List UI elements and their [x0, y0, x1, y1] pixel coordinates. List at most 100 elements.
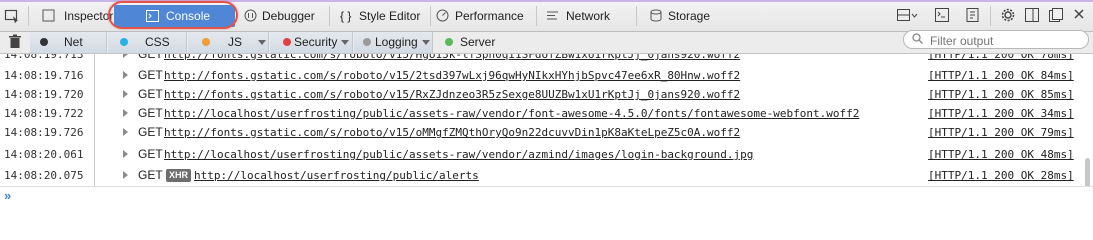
devtools-toolbar: Inspector Console Debugger { } Style Edi… [0, 0, 1093, 32]
filter-label: CSS [145, 35, 170, 49]
toolbar-divider [990, 6, 991, 26]
log-status[interactable]: [HTTP/1.1 200 OK 48ms] [928, 145, 1074, 164]
xhr-badge: XHR [166, 169, 192, 182]
log-row[interactable]: 14:08:19.713 GET http://fonts.gstatic.co… [0, 54, 1093, 64]
filter-output-field[interactable] [903, 30, 1089, 49]
expand-arrow-icon[interactable] [123, 171, 128, 179]
filter-label: Logging [375, 35, 418, 49]
log-method: GET [138, 168, 163, 182]
tab-inspector[interactable]: Inspector [38, 4, 114, 30]
log-timestamp: 14:08:19.720 [4, 88, 84, 101]
log-method: GET [138, 54, 163, 61]
log-status[interactable]: [HTTP/1.1 200 OK 85ms] [928, 85, 1074, 104]
log-status[interactable]: [HTTP/1.1 200 OK 28ms] [928, 166, 1074, 185]
log-url[interactable]: http://fonts.gstatic.com/s/roboto/v15/Hg… [164, 54, 740, 64]
tab-label: Inspector [64, 9, 114, 23]
search-icon [912, 33, 923, 47]
log-status[interactable]: [HTTP/1.1 200 OK 34ms] [928, 104, 1074, 123]
filter-label: Security [294, 35, 338, 49]
log-method: GET [138, 125, 163, 139]
gear-icon[interactable] [1000, 8, 1016, 24]
tab-label: Storage [668, 9, 711, 23]
log-row[interactable]: 14:08:19.716 GET http://fonts.gstatic.co… [0, 66, 1093, 85]
log-timestamp: 14:08:19.722 [4, 107, 84, 120]
log-status[interactable]: [HTTP/1.1 200 OK 79ms] [928, 123, 1074, 142]
storage-icon [650, 4, 662, 30]
tab-label: Style Editor [359, 9, 421, 23]
filter-security-button[interactable]: Security [270, 32, 353, 53]
filter-output-input[interactable] [928, 32, 1087, 49]
scrollbar-thumb[interactable] [1085, 158, 1090, 186]
expand-arrow-icon[interactable] [123, 90, 128, 98]
tab-performance[interactable]: Performance [436, 4, 532, 28]
toolbar-divider [430, 6, 431, 26]
filter-label: JS [228, 35, 243, 49]
log-row[interactable]: 14:08:19.720 GET http://fonts.gstatic.co… [0, 85, 1093, 104]
logging-dot-icon [363, 38, 371, 46]
inspector-icon [42, 4, 55, 30]
toolbar-divider [536, 6, 537, 26]
log-row[interactable]: 14:08:19.722 GET http://localhost/userfr… [0, 104, 1093, 123]
close-icon[interactable] [1071, 8, 1087, 24]
tab-style-editor[interactable]: { } Style Editor [340, 4, 426, 28]
scratchpad-icon[interactable] [965, 8, 981, 24]
toolbar-divider [28, 6, 29, 26]
trash-icon[interactable] [7, 34, 23, 50]
toolbar-divider [329, 6, 330, 26]
expand-arrow-icon[interactable] [123, 109, 128, 117]
filter-label: Server [460, 35, 496, 49]
log-url[interactable]: http://localhost/userfrosting/public/ass… [164, 145, 753, 164]
tab-storage[interactable]: Storage [650, 4, 720, 28]
double-chevron-icon: » [4, 188, 12, 203]
log-url[interactable]: http://localhost/userfrosting/public/ale… [194, 166, 479, 185]
tab-network[interactable]: Network [546, 4, 622, 28]
chevron-down-icon [341, 40, 349, 45]
tab-label: Performance [455, 9, 524, 23]
log-status[interactable]: [HTTP/1.1 200 OK 78ms] [928, 54, 1074, 64]
tab-debugger[interactable]: Debugger [244, 4, 324, 28]
log-row[interactable]: 14:08:19.726 GET http://fonts.gstatic.co… [0, 123, 1093, 142]
expand-arrow-icon[interactable] [123, 54, 128, 58]
log-url[interactable]: http://localhost/userfrosting/public/ass… [164, 104, 859, 123]
filter-net-button[interactable]: Net [30, 32, 130, 53]
log-row[interactable]: 14:08:20.061 GET http://localhost/userfr… [0, 145, 1093, 164]
filter-js-button[interactable]: JS [188, 32, 269, 53]
filter-label: Net [64, 35, 83, 49]
log-method: GET [138, 106, 163, 120]
element-picker-icon[interactable] [4, 8, 20, 24]
log-method: GET [138, 87, 163, 101]
log-url[interactable]: http://fonts.gstatic.com/s/roboto/v15/Rx… [164, 85, 740, 104]
server-dot-icon [445, 38, 453, 46]
chevron-down-icon [258, 40, 266, 45]
log-status[interactable]: [HTTP/1.1 200 OK 84ms] [928, 66, 1074, 85]
log-timestamp: 14:08:19.716 [4, 69, 84, 82]
log-timestamp: 14:08:20.075 [4, 169, 84, 182]
undock-icon[interactable] [1048, 8, 1064, 24]
expand-arrow-icon[interactable] [123, 71, 128, 79]
log-timestamp: 14:08:19.713 [4, 54, 84, 61]
toolbar-divider [636, 6, 637, 26]
console-output: 14:08:19.713 GET http://fonts.gstatic.co… [0, 54, 1093, 186]
expand-arrow-icon[interactable] [123, 128, 128, 136]
log-timestamp: 14:08:19.726 [4, 126, 84, 139]
split-console-icon[interactable] [934, 8, 950, 24]
network-icon [546, 4, 559, 30]
tab-label: Debugger [262, 9, 315, 23]
log-timestamp: 14:08:20.061 [4, 148, 84, 161]
filter-css-button[interactable]: CSS [108, 32, 204, 53]
dock-side-icon[interactable] [1024, 8, 1040, 24]
debugger-icon [244, 4, 257, 30]
net-dot-icon [40, 38, 48, 46]
log-row[interactable]: 14:08:20.075 GET XHR http://localhost/us… [0, 166, 1093, 185]
filter-logging-button[interactable]: Logging [354, 32, 433, 53]
performance-icon [436, 4, 449, 30]
log-url[interactable]: http://fonts.gstatic.com/s/roboto/v15/oM… [164, 123, 740, 142]
log-url[interactable]: http://fonts.gstatic.com/s/roboto/v15/2t… [164, 66, 740, 85]
log-method: GET [138, 147, 163, 161]
highlight-ring [108, 1, 238, 29]
security-dot-icon [283, 38, 291, 46]
console-input-line[interactable]: » [0, 186, 1093, 205]
dock-options-icon[interactable] [896, 8, 918, 24]
filter-server-button[interactable]: Server [434, 32, 514, 53]
expand-arrow-icon[interactable] [123, 150, 128, 158]
